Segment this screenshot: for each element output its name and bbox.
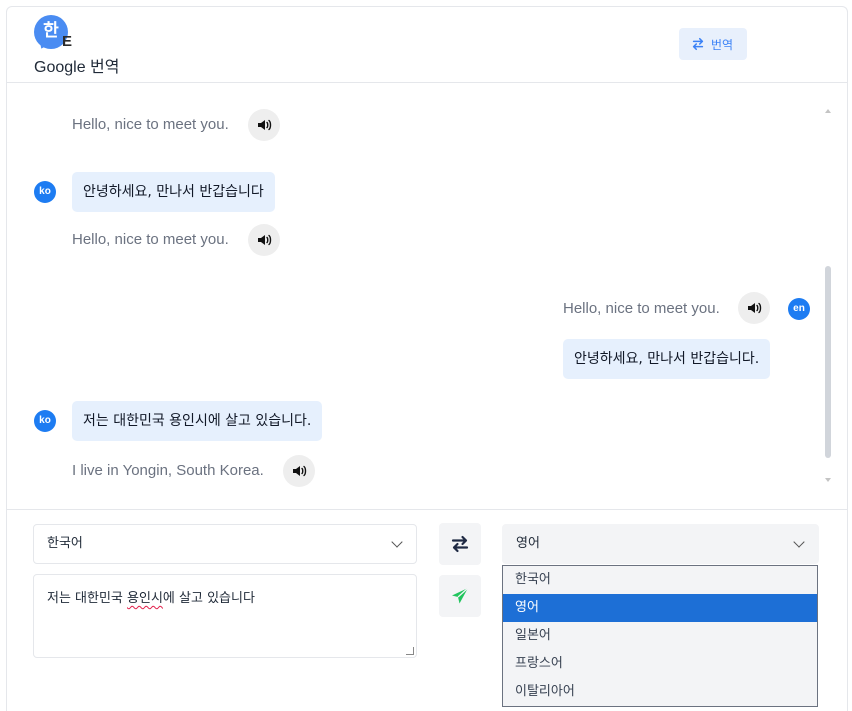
- language-badge: ko: [34, 181, 56, 203]
- message-translation: Hello, nice to meet you.: [72, 231, 229, 248]
- translate-mode-button[interactable]: 번역: [679, 28, 747, 60]
- message-bubble: 안녕하세요, 만나서 반갑습니다.: [563, 339, 771, 379]
- language-option-selected[interactable]: 영어: [503, 594, 817, 622]
- language-option[interactable]: 이탈리아어: [503, 678, 817, 706]
- app-title: Google 번역: [34, 59, 120, 76]
- message-translation: Hello, nice to meet you.: [72, 116, 229, 133]
- language-option[interactable]: 일본어: [503, 622, 817, 650]
- mode-toggle: 번역 대화: [679, 28, 747, 60]
- source-language-value: 한국어: [47, 536, 83, 551]
- send-icon: [452, 587, 469, 604]
- speak-message-button[interactable]: [738, 292, 770, 324]
- resize-handle[interactable]: [406, 647, 414, 655]
- speak-translation-button[interactable]: [248, 109, 280, 141]
- chevron-down-icon: [793, 536, 805, 548]
- send-button[interactable]: [439, 575, 481, 617]
- scroll-up-arrow-icon[interactable]: [825, 109, 831, 113]
- scroll-down-arrow-icon[interactable]: [825, 478, 831, 482]
- message-bubble: 안녕하세요, 만나서 반갑습니다: [72, 172, 275, 212]
- speaker-icon: [293, 465, 307, 477]
- app-window: 한 E Google 번역 번역 대화 Hello, nice to meet …: [6, 6, 848, 711]
- speaker-icon: [258, 119, 272, 131]
- speaker-icon: [258, 234, 272, 246]
- target-language-value: 영어: [516, 536, 540, 551]
- language-dropdown-list[interactable]: 한국어 영어 일본어 프랑스어 이탈리아어: [502, 565, 818, 707]
- message-translation: I live in Yongin, South Korea.: [72, 462, 264, 479]
- language-badge: en: [788, 298, 810, 320]
- source-language-select[interactable]: 한국어: [33, 524, 417, 564]
- speak-translation-button[interactable]: [248, 224, 280, 256]
- swap-arrows-icon: [451, 535, 469, 553]
- input-text-start: 저는 대한민국: [47, 591, 128, 606]
- input-text-misspelled: 용인시: [127, 591, 163, 606]
- language-badge: ko: [34, 410, 56, 432]
- swap-arrows-icon: [692, 37, 704, 51]
- scrollbar-thumb[interactable]: [825, 266, 831, 458]
- speaker-icon: [748, 302, 762, 314]
- speak-translation-button[interactable]: [283, 455, 315, 487]
- chevron-down-icon: [391, 536, 403, 548]
- swap-languages-button[interactable]: [439, 523, 481, 565]
- app-logo-letter: E: [62, 33, 73, 50]
- language-option[interactable]: 프랑스어: [503, 650, 817, 678]
- conversation-panel[interactable]: Hello, nice to meet you. ko 안녕하세요, 만나서 반…: [7, 83, 847, 510]
- translate-mode-label: 번역: [711, 37, 734, 52]
- target-language-select[interactable]: 영어: [502, 524, 819, 564]
- message-input[interactable]: 저는 대한민국 용인시에 살고 있습니다: [33, 574, 417, 658]
- language-option[interactable]: 한국어: [503, 566, 817, 594]
- app-header: 한 E Google 번역 번역 대화: [7, 7, 847, 83]
- message-bubble: 저는 대한민국 용인시에 살고 있습니다.: [72, 401, 323, 441]
- input-text-end: 에 살고 있습니다: [162, 591, 255, 606]
- message-original: Hello, nice to meet you.: [563, 300, 720, 317]
